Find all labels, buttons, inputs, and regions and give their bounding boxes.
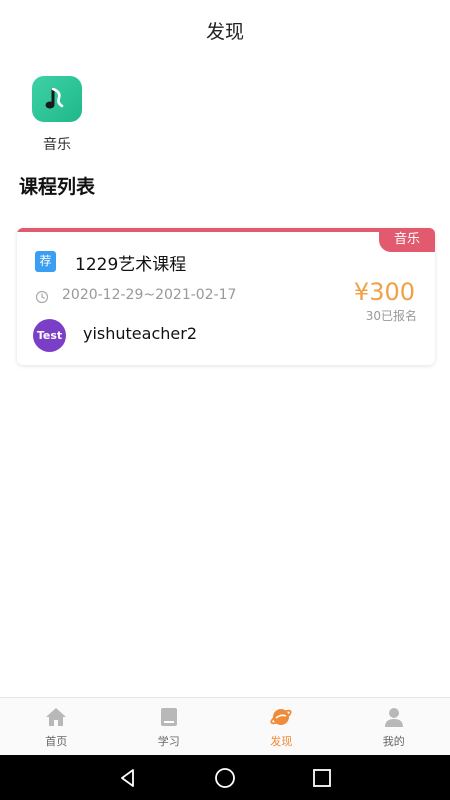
course-category-tag: 音乐 — [378, 228, 435, 252]
back-triangle-icon — [121, 768, 135, 787]
nav-item-discover[interactable]: 发现 — [225, 698, 338, 755]
page-title: 发现 — [205, 20, 244, 43]
course-card[interactable]: 音乐 荐 1229艺术课程 2020-12-29~2021-02-17 ¥300… — [17, 228, 435, 365]
nav-label: 学习 — [157, 734, 180, 748]
home-system-button[interactable] — [213, 766, 237, 790]
nav-label: 我的 — [382, 734, 405, 748]
nav-label: 首页 — [45, 734, 68, 748]
nav-item-study[interactable]: 学习 — [113, 698, 226, 755]
teacher-avatar: Test — [33, 319, 66, 352]
nav-item-mine[interactable]: 我的 — [338, 698, 450, 755]
recents-button[interactable] — [310, 766, 334, 790]
clock-icon — [35, 290, 49, 304]
bottom-navigation: 首页 学习 发现 我的 — [0, 697, 450, 755]
card-accent-line — [17, 228, 435, 232]
recommend-badge: 荐 — [35, 251, 56, 272]
user-icon — [384, 707, 403, 727]
category-music[interactable]: 音乐 — [30, 76, 84, 154]
course-title: 1229艺术课程 — [75, 255, 187, 275]
planet-icon — [270, 708, 292, 725]
system-navigation-bar — [0, 755, 450, 800]
course-dates: 2020-12-29~2021-02-17 — [62, 287, 237, 303]
music-note-icon — [32, 76, 82, 122]
nav-label: 发现 — [270, 734, 293, 748]
nav-item-home[interactable]: 首页 — [0, 698, 113, 755]
section-title: 课程列表 — [19, 176, 96, 198]
enrolled-count: 30已报名 — [365, 309, 417, 323]
home-circle-icon — [215, 767, 235, 788]
back-button[interactable] — [116, 766, 140, 790]
home-icon — [46, 707, 67, 726]
book-icon — [160, 707, 177, 726]
course-price: ¥300 — [353, 278, 415, 306]
top-header: 发现 — [0, 0, 450, 60]
teacher-name: yishuteacher2 — [83, 324, 197, 343]
recents-square-icon — [312, 768, 331, 787]
category-label: 音乐 — [43, 137, 71, 153]
